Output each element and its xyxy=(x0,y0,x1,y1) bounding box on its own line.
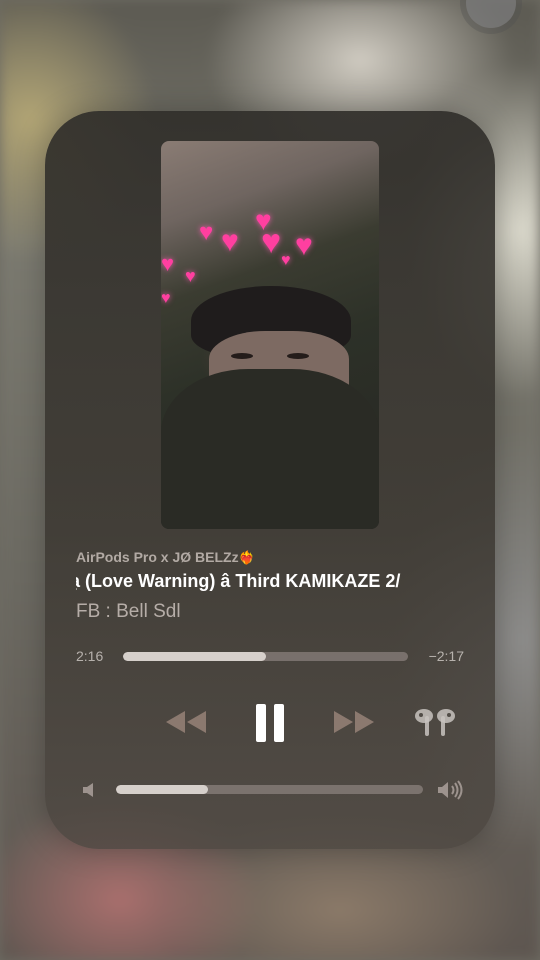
volume-level-fill xyxy=(116,785,209,794)
speaker-low-icon xyxy=(83,783,93,797)
playback-progress-fill xyxy=(123,652,266,661)
audio-source-label: AirPods Pro x JØ BELZz❤️‍🔥 xyxy=(76,549,255,565)
airpods-icon xyxy=(415,709,455,736)
remaining-time: −2:17 xyxy=(428,648,464,664)
rewind-button[interactable] xyxy=(162,704,210,740)
heart-sticker-icon: ♥ xyxy=(199,219,214,246)
playback-scrubber[interactable] xyxy=(123,652,408,661)
heart-sticker-icon: ♥ xyxy=(161,290,171,307)
pause-button[interactable] xyxy=(250,701,290,745)
artist-name: FB : Bell Sdl xyxy=(76,601,181,622)
heart-sticker-icon: ♥ xyxy=(281,252,291,269)
rewind-icon xyxy=(166,711,206,733)
fast-forward-icon xyxy=(334,711,374,733)
heart-sticker-icon: ♥ xyxy=(161,251,175,276)
heart-sticker-icon: ♥ xyxy=(295,229,313,262)
speaker-high-icon xyxy=(438,780,463,800)
airplay-output-button[interactable] xyxy=(411,705,459,741)
fast-forward-button[interactable] xyxy=(330,704,378,740)
volume-max-indicator xyxy=(436,779,466,801)
heart-on-fire-icon: ❤️‍🔥 xyxy=(238,550,255,565)
song-title: ạ (Love Warning) â Third KAMIKAZE 2/ xyxy=(76,571,401,591)
song-title-marquee: ạ (Love Warning) â Third KAMIKAZE 2/ xyxy=(76,571,468,597)
now-playing-card: ♥ ♥ ♥ ♥ ♥ ♥ ♥ ♥ ♥ AirPods Pro x JØ BELZz… xyxy=(45,111,495,849)
heart-sticker-icon: ♥ xyxy=(261,223,282,261)
volume-slider[interactable] xyxy=(116,785,423,794)
album-artwork: ♥ ♥ ♥ ♥ ♥ ♥ ♥ ♥ ♥ xyxy=(161,141,379,529)
elapsed-time: 2:16 xyxy=(76,648,104,664)
heart-sticker-icon: ♥ xyxy=(221,225,239,258)
pause-icon xyxy=(256,704,284,742)
heart-sticker-icon: ♥ xyxy=(185,266,196,286)
volume-min-indicator xyxy=(80,781,98,799)
